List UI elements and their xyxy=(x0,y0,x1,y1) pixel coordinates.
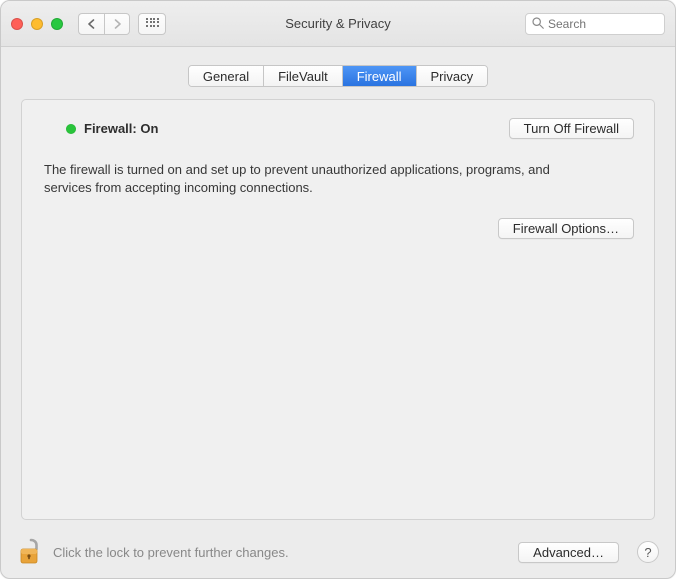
tab-filevault[interactable]: FileVault xyxy=(264,66,343,86)
chevron-right-icon xyxy=(113,19,122,29)
show-all-button[interactable] xyxy=(138,13,166,35)
search-input[interactable] xyxy=(525,13,665,35)
tab-general[interactable]: General xyxy=(189,66,264,86)
content-area: General FileVault Firewall Privacy Firew… xyxy=(1,47,675,530)
firewall-pane: Firewall: On Turn Off Firewall The firew… xyxy=(21,99,655,520)
tab-privacy[interactable]: Privacy xyxy=(417,66,488,86)
titlebar: Security & Privacy xyxy=(1,1,675,47)
turn-off-firewall-button[interactable]: Turn Off Firewall xyxy=(509,118,634,139)
back-button[interactable] xyxy=(78,13,104,35)
search-wrap xyxy=(525,13,665,35)
window-title: Security & Privacy xyxy=(285,16,390,31)
firewall-status-row: Firewall: On Turn Off Firewall xyxy=(66,118,634,139)
forward-button[interactable] xyxy=(104,13,130,35)
tab-bar: General FileVault Firewall Privacy xyxy=(188,65,488,87)
footer: Click the lock to prevent further change… xyxy=(1,530,675,578)
maximize-icon[interactable] xyxy=(51,18,63,30)
chevron-left-icon xyxy=(87,19,96,29)
lock-icon[interactable] xyxy=(17,537,43,567)
firewall-description: The firewall is turned on and set up to … xyxy=(44,161,564,196)
firewall-status-label: Firewall: On xyxy=(84,121,158,136)
firewall-options-button[interactable]: Firewall Options… xyxy=(498,218,634,239)
window-controls xyxy=(11,18,63,30)
tab-firewall[interactable]: Firewall xyxy=(343,66,417,86)
status-indicator-icon xyxy=(66,124,76,134)
search-icon xyxy=(531,16,545,30)
lock-message: Click the lock to prevent further change… xyxy=(53,545,289,560)
nav-buttons xyxy=(78,13,130,35)
grid-icon xyxy=(146,18,158,30)
preferences-window: Security & Privacy General FileVault Fir… xyxy=(0,0,676,579)
help-button[interactable]: ? xyxy=(637,541,659,563)
close-icon[interactable] xyxy=(11,18,23,30)
minimize-icon[interactable] xyxy=(31,18,43,30)
advanced-button[interactable]: Advanced… xyxy=(518,542,619,563)
options-row: Firewall Options… xyxy=(42,218,634,239)
